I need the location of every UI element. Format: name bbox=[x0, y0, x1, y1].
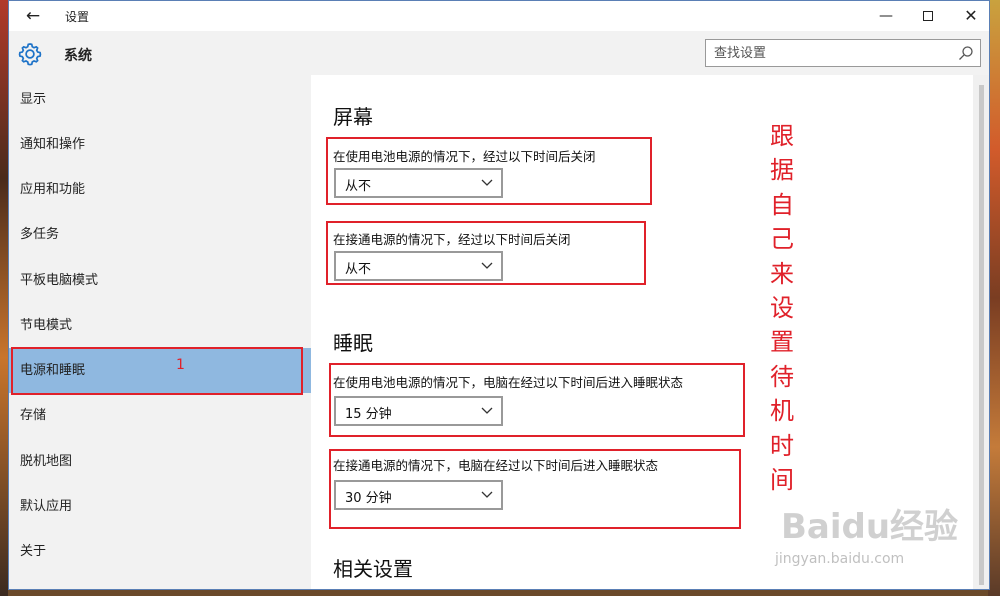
screen-battery-value: 从不 bbox=[345, 179, 372, 194]
sleep-battery-value: 15 分钟 bbox=[345, 407, 392, 422]
sleep-plugged-dropdown[interactable]: 30 分钟 bbox=[334, 480, 503, 510]
maximize-icon bbox=[923, 11, 933, 21]
annotation-marker-number: 1 bbox=[176, 357, 185, 373]
section-title-screen: 屏幕 bbox=[333, 105, 373, 129]
settings-window: ← 设置 — ✕ 系统 显示 通知和操作 应用和功能 多任务 平板电脑模式 节电… bbox=[8, 0, 990, 590]
annotation-vertical-note: 跟据自己来设置待机时间 bbox=[770, 122, 794, 495]
screen-plugged-label: 在接通电源的情况下，经过以下时间后关闭 bbox=[333, 232, 571, 247]
sidebar-item-storage[interactable]: 存储 bbox=[9, 393, 311, 438]
close-button[interactable]: ✕ bbox=[949, 3, 989, 29]
chevron-down-icon bbox=[481, 179, 493, 186]
sidebar-item-notifications[interactable]: 通知和操作 bbox=[9, 122, 311, 167]
title-bar: ← 设置 — ✕ bbox=[9, 1, 989, 31]
scrollbar[interactable] bbox=[973, 75, 989, 589]
scrollbar-thumb[interactable] bbox=[979, 85, 984, 585]
screen-battery-dropdown[interactable]: 从不 bbox=[334, 168, 503, 198]
close-icon: ✕ bbox=[964, 6, 978, 25]
sleep-battery-label: 在使用电池电源的情况下，电脑在经过以下时间后进入睡眠状态 bbox=[333, 375, 684, 390]
section-title-related: 相关设置 bbox=[333, 557, 413, 581]
sidebar-item-about[interactable]: 关于 bbox=[9, 529, 311, 574]
sleep-plugged-value: 30 分钟 bbox=[345, 491, 392, 506]
sidebar-item-power-sleep[interactable]: 电源和睡眠 bbox=[9, 348, 311, 393]
sidebar: 系统 显示 通知和操作 应用和功能 多任务 平板电脑模式 节电模式 电源和睡眠 … bbox=[9, 31, 311, 589]
chevron-down-icon bbox=[481, 491, 493, 498]
back-arrow-icon: ← bbox=[25, 6, 41, 26]
section-title-sleep: 睡眠 bbox=[333, 331, 373, 355]
search-input[interactable] bbox=[706, 40, 946, 66]
screen-plugged-value: 从不 bbox=[345, 262, 372, 277]
sidebar-item-offline-maps[interactable]: 脱机地图 bbox=[9, 439, 311, 484]
sleep-plugged-label: 在接通电源的情况下，电脑在经过以下时间后进入睡眠状态 bbox=[333, 458, 659, 473]
sidebar-item-default-apps[interactable]: 默认应用 bbox=[9, 484, 311, 529]
screen-battery-label: 在使用电池电源的情况下，经过以下时间后关闭 bbox=[333, 149, 596, 164]
maximize-button[interactable] bbox=[906, 3, 950, 29]
search-box[interactable] bbox=[705, 39, 981, 67]
minimize-icon: — bbox=[879, 8, 893, 24]
sleep-battery-dropdown[interactable]: 15 分钟 bbox=[334, 396, 503, 426]
back-button[interactable]: ← bbox=[19, 5, 47, 27]
sidebar-item-multitasking[interactable]: 多任务 bbox=[9, 212, 311, 257]
chevron-down-icon bbox=[481, 407, 493, 414]
screen-plugged-dropdown[interactable]: 从不 bbox=[334, 251, 503, 281]
sidebar-item-tablet-mode[interactable]: 平板电脑模式 bbox=[9, 258, 311, 303]
chevron-down-icon bbox=[481, 262, 493, 269]
sidebar-header: 系统 bbox=[9, 31, 311, 75]
search-icon bbox=[959, 46, 973, 60]
sidebar-item-battery-saver[interactable]: 节电模式 bbox=[9, 303, 311, 348]
desktop-background-left bbox=[0, 0, 8, 596]
search-band bbox=[311, 31, 989, 75]
sidebar-title: 系统 bbox=[64, 48, 92, 64]
gear-icon bbox=[18, 43, 42, 66]
minimize-button[interactable]: — bbox=[864, 3, 908, 29]
sidebar-item-apps[interactable]: 应用和功能 bbox=[9, 167, 311, 212]
window-title: 设置 bbox=[65, 10, 90, 24]
sidebar-item-display[interactable]: 显示 bbox=[9, 77, 311, 122]
main-content: 屏幕 在使用电池电源的情况下，经过以下时间后关闭 从不 在接通电源的情况下，经过… bbox=[311, 75, 973, 589]
